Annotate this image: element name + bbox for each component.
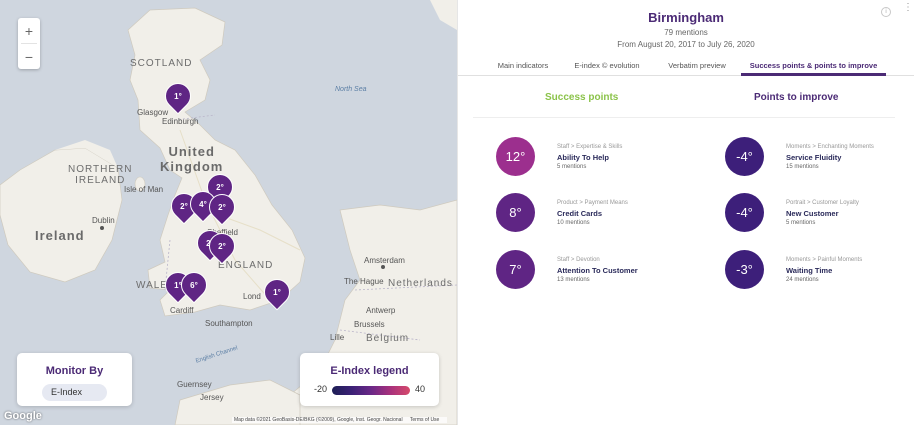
score-circle: -4°	[725, 193, 764, 232]
score-circle: -3°	[725, 250, 764, 289]
label-dublin: Dublin	[92, 216, 115, 225]
item-mentions: 13 mentions	[557, 277, 590, 283]
score-circle: -4°	[725, 137, 764, 176]
item-name: Waiting Time	[786, 266, 833, 275]
label-scotland: SCOTLAND	[130, 58, 193, 69]
city-title: Birmingham	[648, 10, 724, 25]
tab-verbatim-preview[interactable]: Verbatim preview	[664, 58, 730, 76]
score-circle: 12°	[496, 137, 535, 176]
success-points-heading: Success points	[545, 92, 619, 103]
label-england: ENGLAND	[218, 260, 274, 271]
more-options-icon[interactable]: ⋮	[903, 3, 913, 13]
section-divider	[473, 117, 895, 118]
label-isle-of-man: Isle of Man	[124, 185, 164, 194]
points-to-improve-heading: Points to improve	[754, 92, 839, 103]
success-item: 7° Staff > Devotion Attention To Custome…	[496, 250, 656, 289]
item-category: Staff > Expertise & Skills	[557, 144, 623, 150]
item-name: Service Fluidity	[786, 153, 842, 162]
map-area[interactable]: + − SCOTLAND North Sea Glasgow Edinburgh…	[0, 0, 457, 425]
monitor-by-card: Monitor By E-Index	[17, 353, 132, 406]
item-category: Moments > Enchanting Moments	[786, 144, 874, 150]
item-category: Staff > Devotion	[557, 257, 600, 263]
item-category: Product > Payment Means	[557, 200, 628, 206]
item-mentions: 5 mentions	[557, 164, 587, 170]
label-glasgow: Glasgow	[137, 108, 169, 117]
map-attribution: Map data ©2021 GeoBasis-DE/BKG (©2009), …	[232, 417, 448, 423]
google-logo: Google	[4, 410, 42, 422]
info-icon[interactable]: i	[881, 7, 891, 17]
label-ireland: Ireland	[35, 228, 85, 243]
label-southampton: Southampton	[205, 319, 253, 328]
legend-max-value: 40	[415, 384, 426, 394]
tab-e-index-evolution[interactable]: E-index © evolution	[570, 58, 644, 76]
item-mentions: 5 mentions	[786, 220, 816, 226]
item-category: Moments > Painful Moments	[786, 257, 863, 263]
legend-color-bar	[332, 386, 410, 395]
monitor-by-select[interactable]: E-Index	[42, 384, 107, 401]
label-lille: Lille	[330, 333, 345, 342]
label-cardiff: Cardiff	[170, 306, 194, 315]
legend-min-value: -20	[314, 384, 328, 394]
item-mentions: 10 mentions	[557, 220, 590, 226]
label-antwerp: Antwerp	[366, 306, 396, 315]
label-belgium: Belgium	[366, 333, 410, 344]
success-item: 12° Staff > Expertise & Skills Ability T…	[496, 137, 656, 176]
label-jersey: Jersey	[200, 393, 224, 402]
label-brussels: Brussels	[354, 320, 385, 329]
tab-success-points[interactable]: Success points & points to improve	[741, 58, 886, 76]
label-london: Lond	[243, 292, 261, 301]
success-item: 8° Product > Payment Means Credit Cards …	[496, 193, 656, 232]
label-guernsey: Guernsey	[177, 380, 212, 389]
details-panel: Birmingham 79 mentions From August 20, 2…	[457, 0, 914, 425]
improve-item: -4° Moments > Enchanting Moments Service…	[725, 137, 895, 176]
label-amsterdam: Amsterdam	[364, 256, 405, 265]
score-circle: 8°	[496, 193, 535, 232]
item-name: New Customer	[786, 209, 839, 218]
label-north-sea: North Sea	[335, 86, 367, 93]
e-index-legend-card: E-Index legend -20 40	[300, 353, 439, 406]
label-netherlands: Netherlands	[388, 278, 453, 289]
item-mentions: 15 mentions	[786, 164, 819, 170]
tab-bar: Main indicators E-index © evolution Verb…	[458, 58, 914, 76]
tab-main-indicators[interactable]: Main indicators	[496, 58, 550, 76]
mentions-count: 79 mentions	[664, 28, 708, 37]
item-name: Ability To Help	[557, 153, 609, 162]
item-name: Attention To Customer	[557, 266, 638, 275]
label-northern-ireland: NORTHERN IRELAND	[68, 164, 133, 186]
zoom-control: + −	[18, 18, 40, 69]
city-dot-dublin	[100, 226, 104, 230]
monitor-by-title: Monitor By	[45, 365, 104, 377]
label-united-kingdom: United Kingdom	[160, 144, 224, 174]
item-name: Credit Cards	[557, 209, 603, 218]
legend-title: E-Index legend	[330, 365, 409, 377]
zoom-out-button[interactable]: −	[18, 44, 40, 69]
label-edinburgh: Edinburgh	[162, 117, 199, 126]
city-dot-amsterdam	[381, 265, 385, 269]
score-circle: 7°	[496, 250, 535, 289]
label-the-hague: The Hague	[344, 277, 384, 286]
map-data-credit: Map data ©2021 GeoBasis-DE/BKG (©2009), …	[234, 417, 403, 423]
improve-item: -4° Portrait > Customer Loyalty New Cust…	[725, 193, 895, 232]
terms-of-use-link[interactable]: Terms of Use	[410, 417, 439, 423]
improve-item: -3° Moments > Painful Moments Waiting Ti…	[725, 250, 895, 289]
item-mentions: 24 mentions	[786, 277, 819, 283]
date-range: From August 20, 2017 to July 26, 2020	[617, 40, 755, 49]
item-category: Portrait > Customer Loyalty	[786, 200, 859, 206]
zoom-in-button[interactable]: +	[18, 18, 40, 43]
